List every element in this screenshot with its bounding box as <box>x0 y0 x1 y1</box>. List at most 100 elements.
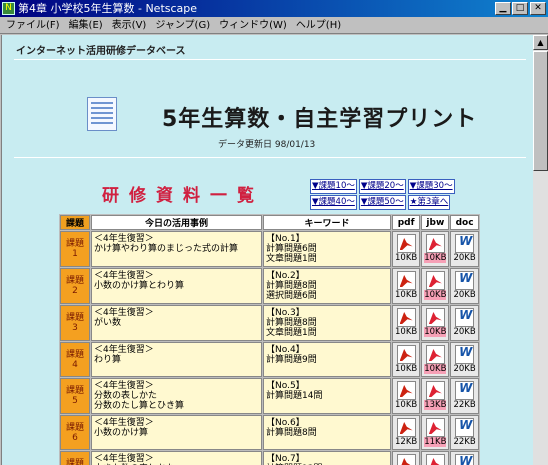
jbw-download-cell[interactable]: 11KB <box>421 415 450 450</box>
jbw-file-icon[interactable] <box>425 381 445 400</box>
table-row: 課題7＜4年生復習＞大きな数の表しかたたし算とひき算のきまり【No.7】計算問題… <box>60 451 479 465</box>
jbw-file-icon[interactable] <box>425 234 445 253</box>
task-navigation: ▼課題10～ ▼課題20～ ▼課題30～ ▼課題40～ ▼課題50～ ★第3章へ <box>310 179 473 211</box>
pdf-download-cell[interactable]: 12KB <box>392 415 421 450</box>
pdf-download-cell[interactable]: 10KB <box>392 305 421 341</box>
table-row: 課題3＜4年生復習＞がい数【No.3】計算問題8問文章問題1問10KB10KB2… <box>60 305 479 341</box>
doc-file-icon[interactable] <box>455 381 475 400</box>
menubar: ファイル(F) 編集(E) 表示(V) ジャンプ(G) ウィンドウ(W) ヘルプ… <box>0 17 548 34</box>
doc-file-size: 20KB <box>453 290 476 300</box>
nav-link-chapter3[interactable]: ★第3章へ <box>407 195 451 210</box>
nav-link-task10[interactable]: ▼課題10～ <box>310 179 357 194</box>
scroll-up-button[interactable]: ▲ <box>533 35 548 50</box>
menu-help[interactable]: ヘルプ(H) <box>293 17 347 33</box>
jbw-file-icon[interactable] <box>425 345 445 364</box>
pdf-file-icon[interactable] <box>396 234 416 253</box>
document-icon <box>87 97 117 131</box>
jbw-download-cell[interactable]: 10KB <box>421 342 450 377</box>
doc-download-cell[interactable]: 20KB <box>450 342 479 377</box>
minimize-button[interactable]: ▁ <box>495 2 511 15</box>
divider <box>14 157 526 158</box>
doc-file-icon[interactable] <box>455 345 475 364</box>
task-number-value: 3 <box>72 323 78 333</box>
doc-download-cell[interactable]: 22KB <box>450 415 479 450</box>
pdf-download-cell[interactable]: 10KB <box>392 378 421 414</box>
doc-download-cell[interactable]: 22KB <box>450 378 479 414</box>
jbw-file-icon[interactable] <box>425 271 445 290</box>
jbw-download-cell[interactable]: 10KB <box>421 305 450 341</box>
doc-download-cell[interactable]: 20KB <box>450 231 479 267</box>
window-title: 第4章 小学校5年生算数 - Netscape <box>18 2 198 15</box>
jbw-download-cell[interactable]: 10KB <box>421 268 450 304</box>
keyword-line: 選択問題6問 <box>266 291 317 301</box>
menu-go[interactable]: ジャンプ(G) <box>152 17 216 33</box>
nav-link-task40[interactable]: ▼課題40～ <box>310 195 357 210</box>
doc-file-icon[interactable] <box>455 271 475 290</box>
keyword-line: 計算問題9問 <box>266 355 317 365</box>
menu-file[interactable]: ファイル(F) <box>3 17 66 33</box>
doc-file-icon[interactable] <box>455 418 475 437</box>
vertical-scrollbar[interactable]: ▲ <box>533 35 548 465</box>
keyword-cell: 【No.3】 計算問題8問 文章問題1問 <box>263 305 391 341</box>
keyword-cell: 【No.6】 計算問題8問 <box>263 415 391 450</box>
doc-download-cell[interactable]: 20KB <box>450 268 479 304</box>
example-cell: ＜4年生復習＞大きな数の表しかたたし算とひき算のきまり <box>91 451 262 465</box>
page-content: インターネット活用研修データベース 5年生算数・自主学習プリント データ更新日 … <box>1 35 533 465</box>
pdf-file-icon[interactable] <box>396 381 416 400</box>
pdf-download-cell[interactable]: 10KB <box>392 231 421 267</box>
jbw-file-icon[interactable] <box>425 418 445 437</box>
pdf-file-icon[interactable] <box>396 308 416 327</box>
example-line: がい数 <box>94 318 122 328</box>
example-cell: ＜4年生復習＞ がい数 <box>91 305 262 341</box>
pdf-download-cell[interactable]: 10KB <box>392 268 421 304</box>
keyword-cell: 【No.5】 計算問題14問 <box>263 378 391 414</box>
doc-download-cell[interactable]: 20KB <box>450 305 479 341</box>
pdf-file-icon[interactable] <box>396 271 416 290</box>
example-cell: ＜4年生復習＞ 小数のかけ算 <box>91 415 262 450</box>
nav-link-task50[interactable]: ▼課題50～ <box>358 195 406 210</box>
scroll-thumb[interactable] <box>533 51 548 171</box>
example-line: かけ算やわり算のまじった式の計算 <box>94 244 239 254</box>
maximize-button[interactable]: □ <box>512 2 528 15</box>
doc-download-cell[interactable] <box>450 451 479 465</box>
column-header-keyword: キーワード <box>263 215 391 230</box>
table-row: 課題 5 ＜4年生復習＞ 分数の表しかた 分数のたし算とひき算 【No.5】 計算問題14問… <box>60 378 479 414</box>
jbw-file-icon[interactable] <box>425 308 445 327</box>
menu-edit[interactable]: 編集(E) <box>66 17 109 33</box>
pdf-file-icon[interactable] <box>396 345 416 364</box>
nav-link-task30[interactable]: ▼課題30～ <box>407 179 455 194</box>
netscape-icon: N <box>2 2 15 15</box>
example-cell: ＜4年生復習＞ 小数のかけ算とわり算 <box>91 268 262 304</box>
jbw-file-size: 10KB <box>424 364 447 374</box>
table-row: 課題4＜4年生復習＞わり算【No.4】計算問題9問10KB10KB20KB <box>60 342 479 377</box>
example-line: わり算 <box>94 355 122 365</box>
pdf-file-icon[interactable] <box>396 454 416 465</box>
example-line: ＜4年生復習＞ <box>94 345 154 355</box>
task-label: 課題 <box>65 386 84 396</box>
jbw-download-cell[interactable]: 10KB <box>421 231 450 267</box>
keyword-line: 計算問題8問 <box>266 428 317 438</box>
doc-file-icon[interactable] <box>455 234 475 253</box>
task-number: 課題 5 <box>60 378 90 414</box>
jbw-file-size: 13KB <box>424 400 447 410</box>
close-button[interactable]: ✕ <box>530 2 546 15</box>
jbw-download-cell[interactable]: 13KB <box>421 378 450 414</box>
keyword-line: 文章問題1問 <box>266 254 317 264</box>
task-number-value: 5 <box>72 396 78 406</box>
task-number: 課題 2 <box>60 268 90 304</box>
jbw-file-icon[interactable] <box>425 454 445 465</box>
pdf-download-cell[interactable]: 10KB <box>392 342 421 377</box>
task-number-value: 1 <box>72 249 78 259</box>
pdf-download-cell[interactable] <box>392 451 421 465</box>
pdf-file-icon[interactable] <box>396 418 416 437</box>
jbw-download-cell[interactable] <box>421 451 450 465</box>
example-line: 小数のかけ算とわり算 <box>94 281 185 291</box>
task-number-value: 6 <box>72 432 78 443</box>
menu-window[interactable]: ウィンドウ(W) <box>216 17 293 33</box>
window-titlebar: N 第4章 小学校5年生算数 - Netscape ▁ □ ✕ <box>0 0 548 17</box>
nav-link-task20[interactable]: ▼課題20～ <box>358 179 406 194</box>
menu-view[interactable]: 表示(V) <box>109 17 153 33</box>
doc-file-icon[interactable] <box>455 308 475 327</box>
example-cell: ＜4年生復習＞ 分数の表しかた 分数のたし算とひき算 <box>91 378 262 414</box>
doc-file-icon[interactable] <box>455 454 475 465</box>
